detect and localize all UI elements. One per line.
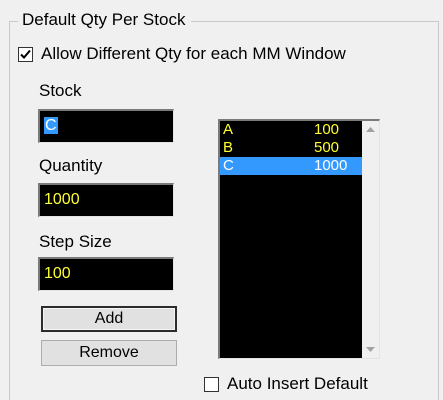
scroll-down-arrow-icon <box>366 347 375 352</box>
group-title: Default Qty Per Stock <box>18 9 192 31</box>
quantity-value: 1000 <box>44 191 80 208</box>
checkmark-icon <box>20 49 31 59</box>
allow-different-checkbox-box[interactable] <box>18 46 33 62</box>
step-size-label: Step Size <box>39 232 112 251</box>
listbox-items: A 100 B 500 C 1000 <box>220 121 364 175</box>
list-item-stock: A <box>223 121 234 138</box>
quantity-label: Quantity <box>39 156 103 175</box>
list-item[interactable]: A 100 <box>220 121 364 139</box>
list-item-selected[interactable]: C 1000 <box>220 157 364 175</box>
list-item-qty: 100 <box>314 121 340 138</box>
step-size-value: 100 <box>44 265 71 282</box>
list-item-qty: 1000 <box>314 157 348 174</box>
stock-field[interactable]: C <box>38 109 174 143</box>
remove-button[interactable]: Remove <box>41 340 177 366</box>
list-item-stock: C <box>223 157 234 174</box>
scroll-down-button[interactable] <box>362 341 379 358</box>
step-size-field[interactable]: 100 <box>38 257 174 291</box>
list-item[interactable]: B 500 <box>220 139 364 157</box>
auto-insert-checkbox-box[interactable] <box>204 376 219 392</box>
scroll-up-arrow-icon <box>366 127 375 132</box>
auto-insert-default-checkbox[interactable]: Auto Insert Default <box>204 373 368 395</box>
auto-insert-label: Auto Insert Default <box>227 374 368 393</box>
stock-label: Stock <box>39 81 82 100</box>
scroll-up-button[interactable] <box>362 121 379 138</box>
quantity-field[interactable]: 1000 <box>38 183 174 217</box>
stock-qty-listbox[interactable]: A 100 B 500 C 1000 <box>218 119 380 359</box>
allow-different-label: Allow Different Qty for each MM Window <box>41 44 346 63</box>
allow-different-qty-checkbox[interactable]: Allow Different Qty for each MM Window <box>18 43 346 65</box>
listbox-scrollbar[interactable] <box>362 121 379 358</box>
list-item-stock: B <box>223 139 234 156</box>
list-item-qty: 500 <box>314 139 340 156</box>
add-button[interactable]: Add <box>41 306 177 332</box>
stock-value: C <box>44 117 58 134</box>
default-qty-panel: Default Qty Per Stock Allow Different Qt… <box>0 0 443 400</box>
